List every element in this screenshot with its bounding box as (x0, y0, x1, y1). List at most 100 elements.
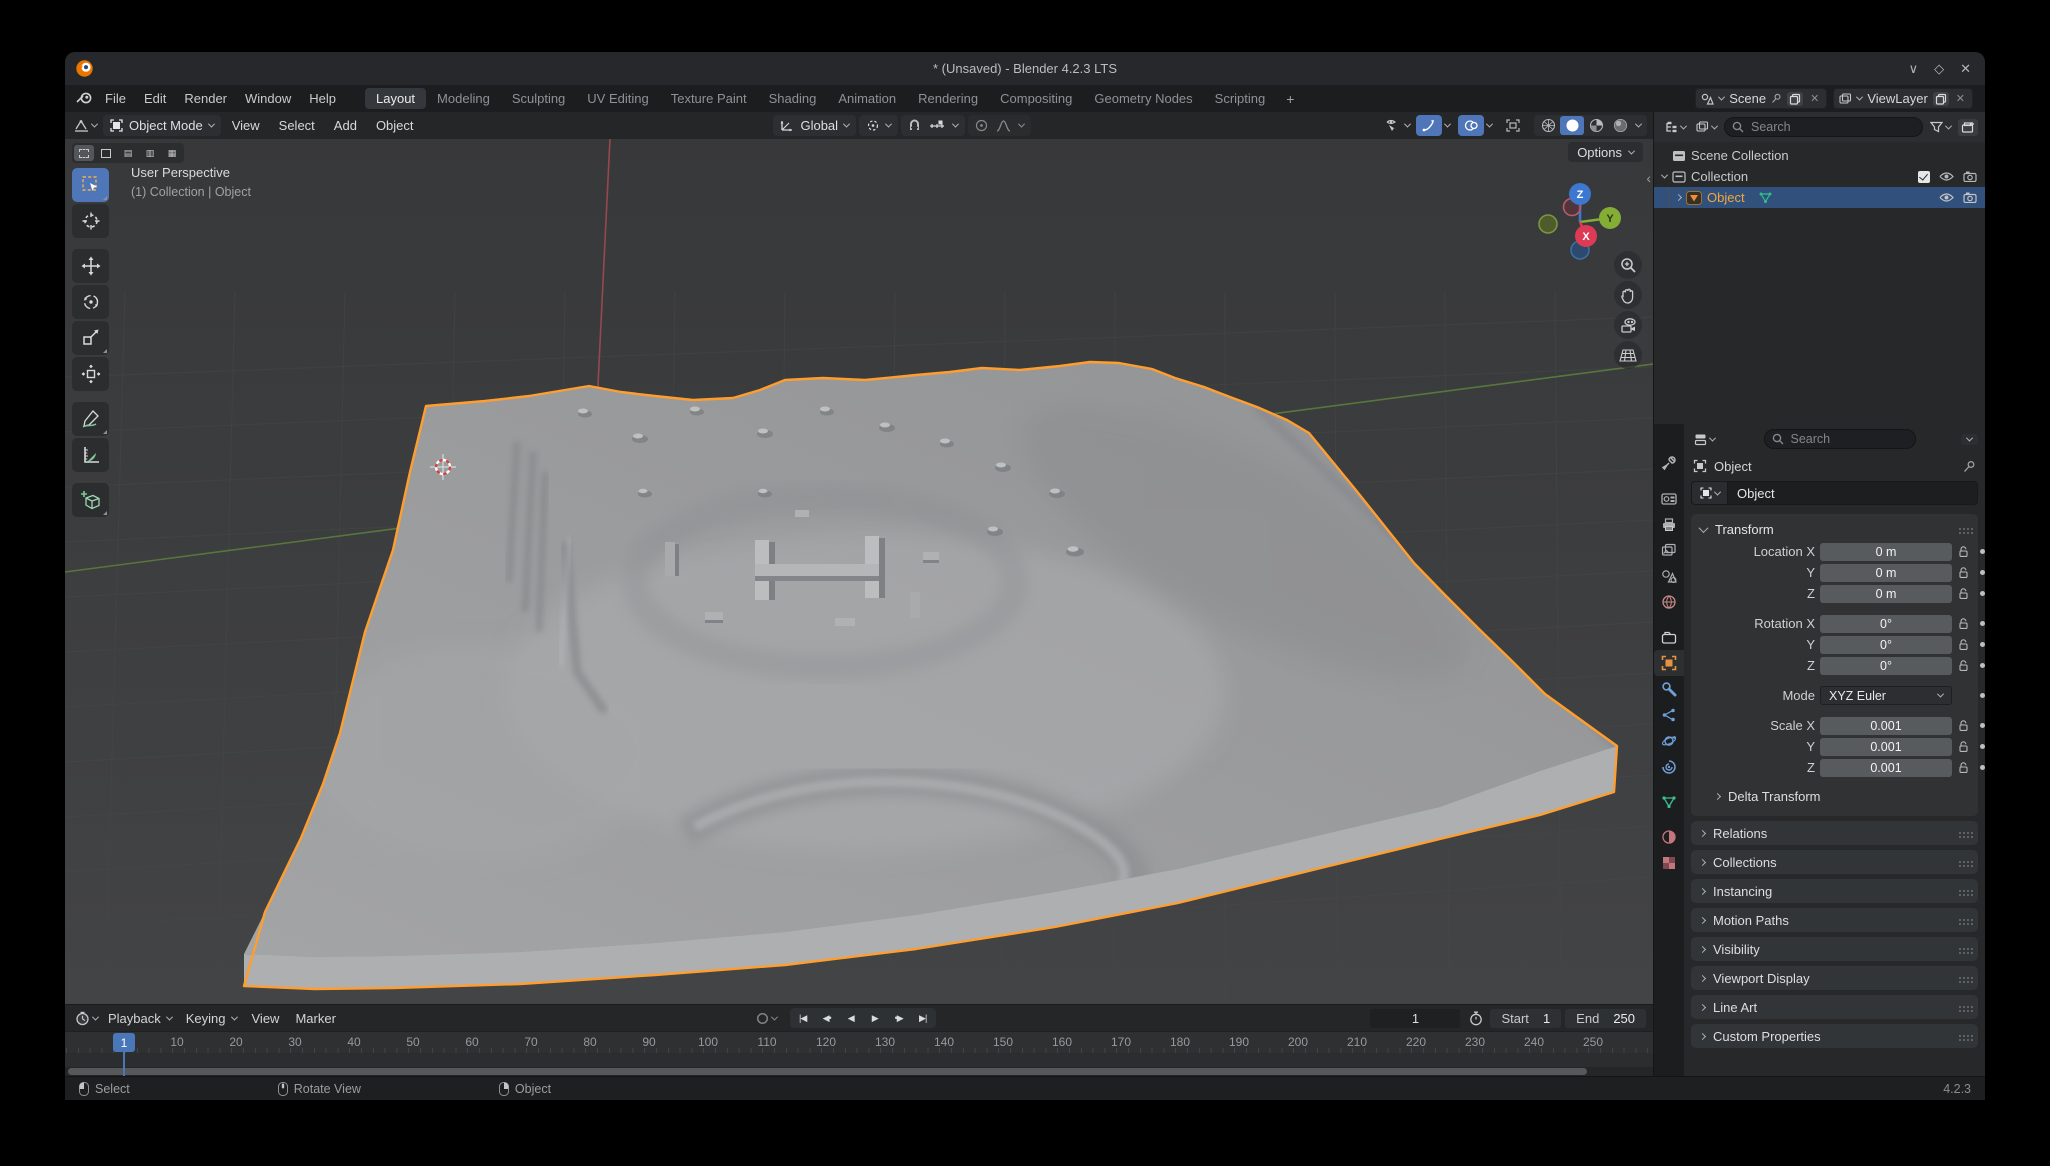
terrain-mesh-object[interactable] (244, 354, 1617, 989)
toggle-grid-button[interactable] (1614, 341, 1642, 369)
rotation-z-field[interactable]: 0° (1820, 657, 1952, 675)
collection-checkbox[interactable] (1918, 171, 1930, 183)
transform-orientation-dropdown[interactable]: Global (773, 115, 856, 136)
delta-transform-section[interactable]: Delta Transform (1691, 785, 1978, 807)
section-viewport-display[interactable]: Viewport Display (1691, 966, 1978, 990)
properties-filter-dropdown[interactable] (1961, 434, 1978, 445)
auto-keying-toggle[interactable] (753, 1010, 780, 1027)
playhead[interactable]: 1 (113, 1033, 135, 1052)
lock-open-icon[interactable] (1957, 617, 1970, 630)
hide-eye-icon[interactable] (1939, 171, 1954, 182)
panel-grip[interactable] (1959, 1035, 1961, 1037)
show-object-types-dropdown[interactable] (1383, 117, 1413, 134)
add-workspace-button[interactable]: + (1276, 91, 1304, 107)
select-mode-invert-icon[interactable]: ▥ (140, 145, 160, 161)
options-dropdown[interactable]: Options (1568, 142, 1643, 162)
unlink-scene-icon[interactable]: ✕ (1808, 92, 1821, 105)
magnet-icon[interactable] (908, 119, 921, 132)
disable-render-camera-icon[interactable] (1963, 192, 1977, 203)
timeline-scrollbar[interactable] (65, 1067, 1653, 1076)
frame-start-field[interactable]: Start 1 (1490, 1009, 1561, 1028)
location-y-field[interactable]: 0 m (1820, 564, 1952, 582)
tab-output[interactable] (1654, 511, 1684, 537)
tab-uv-editing[interactable]: UV Editing (576, 88, 659, 109)
gizmos-dropdown-icon[interactable] (1444, 121, 1451, 128)
shading-wireframe-button[interactable] (1536, 116, 1560, 135)
rotation-y-field[interactable]: 0° (1820, 636, 1952, 654)
tab-rendering[interactable]: Rendering (907, 88, 989, 109)
tab-object[interactable] (1654, 650, 1684, 676)
tab-geometry-nodes[interactable]: Geometry Nodes (1083, 88, 1203, 109)
remove-viewlayer-icon[interactable]: ✕ (1954, 92, 1967, 105)
tool-transform[interactable] (72, 357, 109, 391)
section-motion-paths[interactable]: Motion Paths (1691, 908, 1978, 932)
pan-hand-button[interactable] (1614, 281, 1642, 309)
tab-render[interactable] (1654, 485, 1684, 511)
panel-grip[interactable] (1959, 528, 1961, 530)
tab-layout[interactable]: Layout (365, 88, 426, 109)
tab-shading[interactable]: Shading (758, 88, 828, 109)
blender-menu-icon[interactable] (73, 90, 96, 107)
falloff-curve-icon[interactable] (996, 120, 1011, 132)
section-custom-properties[interactable]: Custom Properties (1691, 1024, 1978, 1048)
lock-open-icon[interactable] (1957, 740, 1970, 753)
timeline-ruler[interactable]: 1 10203040506070809010011012013014015016… (65, 1031, 1653, 1053)
hide-eye-icon[interactable] (1939, 192, 1954, 203)
lock-open-icon[interactable] (1957, 566, 1970, 579)
select-mode-subtract-icon[interactable]: ▤ (118, 145, 138, 161)
viewport-menu-add[interactable]: Add (326, 118, 365, 133)
tab-constraints[interactable] (1654, 754, 1684, 780)
panel-grip[interactable] (1959, 890, 1961, 892)
animate-dot-icon[interactable] (1980, 663, 1985, 668)
panel-grip[interactable] (1959, 1006, 1961, 1008)
play-button[interactable]: ▶ (863, 1009, 887, 1027)
tool-measure[interactable] (72, 438, 109, 472)
breadcrumb-label[interactable]: Object (1714, 459, 1752, 474)
animate-dot-icon[interactable] (1980, 570, 1985, 575)
next-keyframe-button[interactable]: •▶ (887, 1009, 911, 1027)
close-icon[interactable]: ✕ (1960, 61, 1971, 77)
lock-open-icon[interactable] (1957, 761, 1970, 774)
section-visibility[interactable]: Visibility (1691, 937, 1978, 961)
properties-editor-type-icon[interactable] (1691, 431, 1718, 448)
tool-move[interactable] (72, 249, 109, 283)
xray-toggle[interactable] (1500, 115, 1526, 136)
overlays-dropdown-icon[interactable] (1486, 121, 1493, 128)
gizmos-toggle[interactable] (1416, 115, 1442, 136)
select-mode-extend-icon[interactable] (96, 145, 116, 161)
section-relations[interactable]: Relations (1691, 821, 1978, 845)
pin-icon[interactable] (1771, 93, 1782, 104)
animate-dot-icon[interactable] (1980, 621, 1985, 626)
section-instancing[interactable]: Instancing (1691, 879, 1978, 903)
jump-to-end-button[interactable]: ▶| (911, 1009, 935, 1027)
prev-keyframe-button[interactable]: ◀• (815, 1009, 839, 1027)
scene-canvas[interactable] (65, 112, 1653, 1004)
timeline-editor-type-icon[interactable] (72, 1009, 101, 1028)
shading-dropdown-icon[interactable] (1635, 121, 1642, 128)
lock-open-icon[interactable] (1957, 587, 1970, 600)
tab-texture-paint[interactable]: Texture Paint (660, 88, 758, 109)
jump-to-start-button[interactable]: |◀ (791, 1009, 815, 1027)
viewlayer-selector[interactable]: ViewLayer ✕ (1833, 88, 1973, 109)
tab-collection[interactable] (1654, 624, 1684, 650)
tab-compositing[interactable]: Compositing (989, 88, 1083, 109)
animate-dot-icon[interactable] (1980, 642, 1985, 647)
outliner-filter-dropdown[interactable] (1927, 119, 1954, 135)
outliner-row-object[interactable]: Object (1654, 187, 1985, 208)
rotation-mode-dropdown[interactable]: XYZ Euler (1820, 686, 1952, 705)
panel-grip[interactable] (1959, 977, 1961, 979)
shading-material-button[interactable] (1584, 116, 1608, 135)
tab-animation[interactable]: Animation (827, 88, 907, 109)
tool-rotate[interactable] (72, 285, 109, 319)
lock-open-icon[interactable] (1957, 719, 1970, 732)
tab-scripting[interactable]: Scripting (1204, 88, 1277, 109)
playback-menu[interactable]: Playback (101, 1011, 179, 1026)
disable-render-camera-icon[interactable] (1963, 171, 1977, 182)
camera-view-button[interactable] (1614, 311, 1642, 339)
select-mode-intersect-icon[interactable]: ▦ (162, 145, 182, 161)
timeline-view-menu[interactable]: View (244, 1011, 288, 1026)
new-viewlayer-button[interactable] (1933, 92, 1949, 106)
panel-grip[interactable] (1959, 832, 1961, 834)
snap-target-icon[interactable] (929, 120, 945, 132)
tab-object-data[interactable] (1654, 789, 1684, 815)
